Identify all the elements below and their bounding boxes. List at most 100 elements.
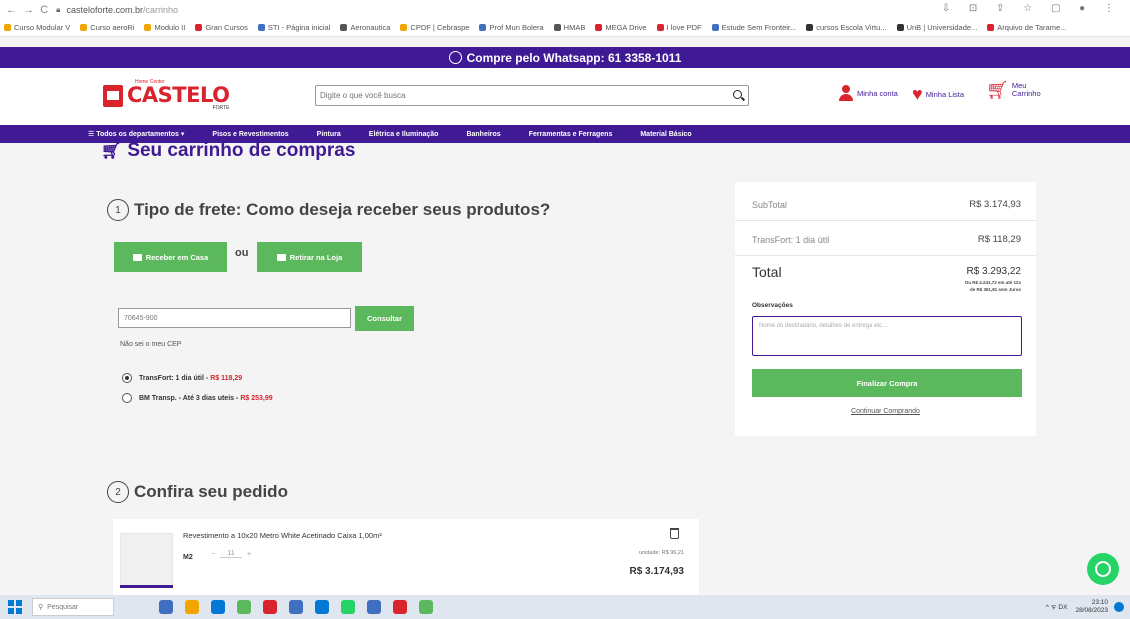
account-link[interactable]: Minha conta: [838, 85, 898, 101]
bookmark-item[interactable]: Curso aeroRi: [80, 23, 134, 32]
bookmark-favicon-icon: [144, 24, 152, 31]
shipping-title: Tipo de frete: Como deseja receber seus …: [134, 200, 551, 219]
browser-toolbar: ← → C 🔒︎ casteloforte.com.br/carrinho ⇩ …: [0, 0, 1130, 19]
total-value: R$ 3.293,22: [966, 266, 1022, 277]
bookmark-item[interactable]: UnB | Universidade...: [896, 23, 978, 32]
bookmark-item[interactable]: HMAB: [553, 23, 586, 32]
shipping-option-price: R$ 253,99: [240, 394, 273, 402]
taskbar-app-icon[interactable]: [159, 600, 173, 614]
bookmark-item[interactable]: MEGA Drive: [595, 23, 647, 32]
continue-shopping-link[interactable]: Continuar Comprando: [735, 408, 1036, 415]
bookmark-favicon-icon: [479, 24, 487, 31]
bookmark-label: UnB | Universidade...: [906, 23, 978, 32]
nav-banheiros[interactable]: Banheiros: [466, 131, 500, 138]
bookmark-favicon-icon: [4, 24, 11, 31]
subtotal-value: R$ 3.174,93: [969, 199, 1021, 210]
account-label: Minha conta: [857, 88, 898, 98]
whatsapp-banner[interactable]: Compre pelo Whatsapp: 61 3358-1011: [0, 47, 1130, 68]
bookmark-item[interactable]: cursos Escola Virtu...: [806, 23, 887, 32]
radio-selected[interactable]: [122, 373, 132, 383]
radio-unselected[interactable]: [122, 393, 132, 403]
order-summary: SubTotal R$ 3.174,93 TransFort: 1 dia út…: [735, 182, 1036, 436]
trash-icon[interactable]: [670, 528, 679, 539]
bookmark-favicon-icon: [711, 24, 719, 31]
windows-taskbar: ⚲ Pesquisar ^ ᯤ DX 23:10 28/08/2023: [0, 595, 1130, 619]
taskbar-app-icon[interactable]: [341, 600, 355, 614]
receive-at-home-label: Receber em Casa: [145, 252, 209, 262]
bookmark-item[interactable]: Curso Modular V: [4, 23, 70, 32]
bookmark-favicon-icon: [806, 24, 814, 31]
decrease-qty-button[interactable]: −: [206, 551, 220, 558]
taskbar-app-icon[interactable]: [367, 600, 381, 614]
taskbar-search[interactable]: ⚲ Pesquisar: [32, 598, 114, 616]
bookmark-favicon-icon: [257, 24, 265, 31]
bookmark-label: I love PDF: [666, 23, 702, 32]
windows-start-icon[interactable]: [8, 600, 22, 614]
taskbar-app-icon[interactable]: [315, 600, 329, 614]
taskbar-app-icon[interactable]: [263, 600, 277, 614]
quantity-field[interactable]: 11: [220, 550, 242, 558]
shipping-cost-row: TransFort: 1 dia útil R$ 118,29: [752, 234, 1021, 245]
nav-material-basico[interactable]: Material Básico: [640, 131, 691, 138]
bookmark-label: Aeronautica: [350, 23, 391, 32]
tray-icons[interactable]: ^ ᯤ DX: [1046, 602, 1068, 611]
product-image[interactable]: [120, 533, 173, 586]
bookmark-favicon-icon: [595, 24, 603, 31]
notes-label: Observações: [752, 302, 793, 309]
logo[interactable]: Home Center CASTELO FORTE: [103, 80, 230, 111]
receive-at-home-button[interactable]: Receber em Casa: [114, 242, 227, 272]
increase-qty-button[interactable]: +: [242, 551, 256, 558]
bookmark-item[interactable]: CPDF | Cebraspe: [400, 23, 469, 32]
nav-eletrica[interactable]: Elétrica e Iluminação: [369, 131, 439, 138]
divider: [735, 220, 1036, 221]
consult-cep-button[interactable]: Consultar: [355, 306, 414, 331]
address-bar[interactable]: casteloforte.com.br/carrinho: [66, 5, 178, 15]
bookmark-favicon-icon: [80, 24, 88, 31]
bookmark-favicon-icon: [987, 24, 995, 31]
unknown-cep-link[interactable]: Não sei o meu CEP: [120, 341, 181, 348]
nav-all-departments[interactable]: ☰ Todos os departamentos ▾: [88, 130, 184, 138]
bookmark-item[interactable]: Prof Mun Bolera: [479, 23, 544, 32]
nav-pintura[interactable]: Pintura: [317, 131, 341, 138]
cep-input[interactable]: 70645-900: [118, 308, 351, 328]
step-number: 2: [107, 481, 129, 503]
product-name[interactable]: Revestimento a 10x20 Metro White Acetina…: [183, 531, 382, 540]
wishlist-link[interactable]: ♥ Minha Lista: [912, 85, 964, 103]
back-forward-reload-icons[interactable]: ← → C: [6, 4, 48, 16]
bookmark-item[interactable]: Arquivo de Tarame...: [987, 23, 1066, 32]
cart-link[interactable]: 🛒︎ Meu Carrinho: [986, 81, 1041, 99]
bookmark-item[interactable]: STI - Página inicial: [257, 23, 330, 32]
taskbar-app-icon[interactable]: [211, 600, 225, 614]
taskbar-app-icon[interactable]: [185, 600, 199, 614]
bookmark-item[interactable]: Aeronautica: [340, 23, 390, 32]
search-icon[interactable]: [733, 90, 742, 99]
search-input[interactable]: [316, 86, 716, 105]
shipping-cost-value: R$ 118,29: [977, 234, 1021, 245]
shipping-option-label: BM Transp. - Até 3 dias uteis -: [139, 394, 239, 402]
taskbar-app-icon[interactable]: [419, 600, 433, 614]
clock[interactable]: 23:10 28/08/2023: [1075, 599, 1108, 615]
whatsapp-float-button[interactable]: [1087, 553, 1119, 585]
shipping-option-bm[interactable]: BM Transp. - Até 3 dias uteis - R$ 253,9…: [122, 393, 273, 403]
notification-icon[interactable]: [1114, 601, 1124, 612]
bookmark-label: HMAB: [563, 23, 586, 32]
cart-item: Revestimento a 10x20 Metro White Acetina…: [113, 519, 699, 595]
bookmark-item[interactable]: I love PDF: [656, 23, 702, 32]
taskbar-app-icon[interactable]: [237, 600, 251, 614]
nav-pisos[interactable]: Pisos e Revestimentos: [212, 131, 288, 138]
shipping-option-transfort[interactable]: TransFort: 1 dia útil - R$ 118,29: [122, 373, 242, 383]
nav-ferramentas[interactable]: Ferramentas e Ferragens: [529, 131, 613, 138]
taskbar-app-icon[interactable]: [393, 600, 407, 614]
checkout-button[interactable]: Finalizar Compra: [752, 369, 1022, 397]
bookmark-item[interactable]: Modulo II: [144, 23, 185, 32]
whatsapp-icon: [1095, 561, 1111, 577]
bookmark-favicon-icon: [340, 24, 348, 31]
notes-textarea[interactable]: Nome do destinatário, detalhes de entreg…: [752, 316, 1022, 356]
logo-sub: FORTE: [212, 105, 230, 111]
taskbar-app-icon[interactable]: [289, 600, 303, 614]
bookmark-item[interactable]: Estude Sem Fronteir...: [711, 23, 796, 32]
pickup-in-store-button[interactable]: Retirar na Loja: [257, 242, 362, 272]
pickup-in-store-label: Retirar na Loja: [289, 252, 343, 262]
browser-action-icons[interactable]: ⇩ ⊡ ⇪ ☆ ▢ ● ⋮: [942, 3, 1122, 14]
bookmark-item[interactable]: Gran Cursos: [195, 23, 248, 32]
